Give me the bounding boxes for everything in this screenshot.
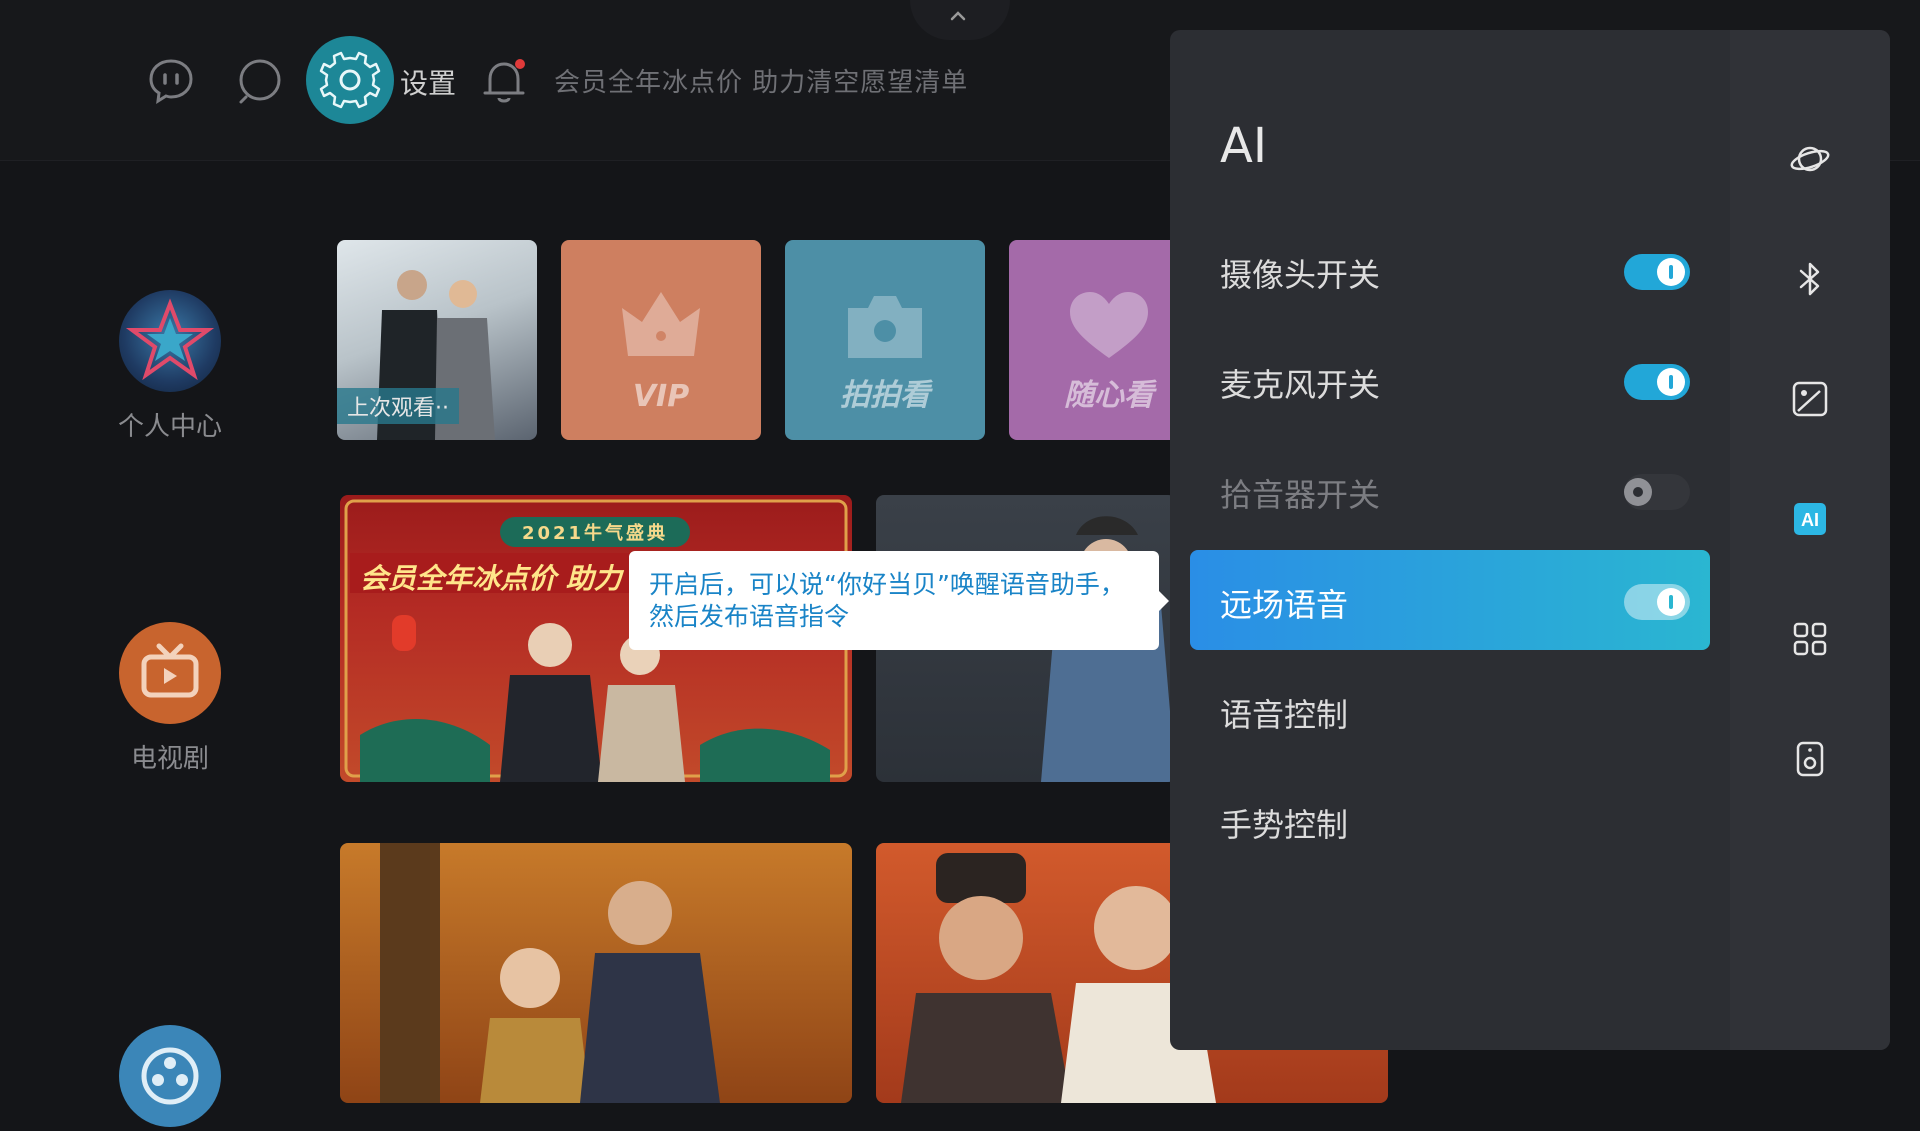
tv-icon — [141, 643, 199, 698]
tv-circle — [119, 622, 221, 724]
menu-item-camera-switch[interactable]: 摄像头开关 — [1190, 220, 1710, 320]
menu-item-gesture-control[interactable]: 手势控制 — [1190, 770, 1710, 870]
svg-text:AI: AI — [1801, 510, 1819, 530]
toggle-knob — [1657, 588, 1685, 616]
camera-icon — [848, 296, 922, 358]
far-field-voice-tooltip: 开启后，可以说“你好当贝”唤醒语音助手，然后发布语音指令 — [629, 551, 1169, 650]
search-icon[interactable] — [234, 55, 286, 107]
bluetooth-icon[interactable] — [1790, 259, 1830, 299]
chevron-up-icon — [950, 11, 966, 21]
collapse-handle[interactable] — [910, 0, 1010, 40]
banner-promo-text: 会员全年冰点价 助力 — [360, 562, 622, 595]
menu-item-label: 摄像头开关 — [1220, 256, 1381, 294]
camera-toggle[interactable] — [1624, 254, 1690, 290]
settings-category-rail — [1730, 30, 1890, 1050]
menu-item-label: 手势控制 — [1220, 806, 1349, 844]
apps-grid-icon[interactable] — [1790, 619, 1830, 659]
heart-icon — [1070, 292, 1148, 358]
banner-event-title: 2021牛气盛典 — [521, 523, 669, 544]
ai-icon[interactable]: AI — [1790, 499, 1830, 539]
recent-watch-card[interactable]: 上次观看·· — [337, 240, 537, 440]
panel-title: AI — [1220, 118, 1267, 174]
avatar — [119, 290, 221, 392]
settings-label: 设置 — [400, 67, 457, 100]
microphone-toggle[interactable] — [1624, 364, 1690, 400]
recent-watch-label: 上次观看·· — [337, 388, 459, 424]
picture-icon[interactable] — [1790, 379, 1830, 419]
pickup-toggle[interactable] — [1624, 474, 1690, 510]
menu-item-voice-control[interactable]: 语音控制 — [1190, 660, 1710, 760]
sidebar-item-profile[interactable]: 个人中心 — [100, 290, 240, 443]
toggle-knob — [1657, 368, 1685, 396]
promo-marquee[interactable]: 会员全年冰点价 助力清空愿望清单 — [554, 62, 968, 99]
crown-icon — [622, 292, 700, 356]
film-reel-icon — [141, 1047, 199, 1105]
menu-item-label: 语音控制 — [1220, 696, 1349, 734]
toggle-knob — [1657, 258, 1685, 286]
settings-button[interactable] — [306, 36, 394, 124]
menu-item-label: 麦克风开关 — [1220, 366, 1381, 404]
film-circle — [119, 1025, 221, 1127]
sidebar-item-film[interactable] — [100, 1025, 240, 1127]
tooltip-text: 开启后，可以说“你好当贝”唤醒语音助手，然后发布语音指令 — [649, 570, 1125, 631]
message-icon[interactable] — [145, 55, 197, 107]
photo-shoot-card[interactable]: 拍拍看 — [785, 240, 985, 440]
card-label: VIP — [632, 379, 690, 414]
menu-item-label: 远场语音 — [1220, 586, 1349, 624]
movie-poster-1 — [380, 843, 720, 1103]
planet-icon[interactable] — [1790, 139, 1830, 179]
tooltip-arrow — [1159, 591, 1169, 611]
menu-item-far-field-voice[interactable]: 远场语音 — [1190, 550, 1710, 650]
far-field-voice-toggle[interactable] — [1624, 584, 1690, 620]
sidebar-item-label: 个人中心 — [117, 412, 222, 442]
menu-item-pickup-switch[interactable]: 拾音器开关 — [1190, 440, 1710, 540]
vip-card[interactable]: VIP — [561, 240, 761, 440]
card-label: 拍拍看 — [840, 378, 930, 413]
menu-item-microphone-switch[interactable]: 麦克风开关 — [1190, 330, 1710, 430]
sidebar-item-tv-series[interactable]: 电视剧 — [100, 622, 240, 775]
star-avatar-icon — [125, 298, 215, 381]
toggle-knob — [1624, 478, 1652, 506]
ai-settings-panel: AI 摄像头开关 麦克风开关 拾音器开关 远场语音 语音控制 手势控制 — [1170, 30, 1890, 1050]
gear-icon — [319, 51, 381, 109]
bell-icon[interactable] — [478, 55, 530, 107]
movie-banner-1[interactable] — [340, 843, 852, 1103]
speaker-icon[interactable] — [1790, 739, 1830, 779]
sidebar-item-label: 电视剧 — [130, 744, 209, 774]
menu-item-label: 拾音器开关 — [1220, 476, 1381, 514]
